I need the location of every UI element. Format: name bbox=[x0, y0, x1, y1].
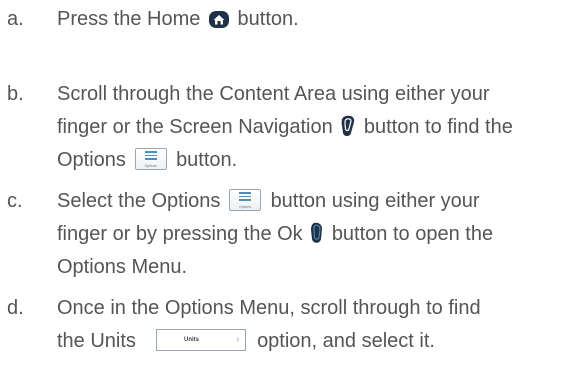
instruction-page: a. Press the Home button. b. Scroll thro… bbox=[0, 0, 587, 383]
step-text: option, and select it. bbox=[257, 330, 435, 352]
step-line: the Units Units › option, and select it. bbox=[57, 325, 587, 358]
step-text: button. bbox=[237, 8, 299, 30]
step-line: Options Menu. bbox=[57, 251, 587, 284]
step-line: Once in the Options Menu, scroll through… bbox=[57, 292, 587, 325]
options-button-icon: Options bbox=[134, 148, 167, 170]
step-line: finger or by pressing the Ok button to o… bbox=[57, 218, 587, 251]
step-line: Options Options button. bbox=[57, 144, 587, 177]
options-button-icon: Options bbox=[229, 189, 261, 211]
step-body: Scroll through the Content Area using ei… bbox=[57, 78, 587, 177]
step-text: button using either your bbox=[270, 190, 480, 212]
step-text: Options bbox=[57, 149, 126, 171]
step-letter: b. bbox=[7, 83, 24, 105]
options-bars-icon bbox=[239, 192, 251, 203]
step-text: Press the Home bbox=[57, 8, 201, 30]
step-text: button. bbox=[176, 149, 238, 171]
screen-navigation-button-icon bbox=[341, 115, 355, 136]
step-body: Select the Options Options button using … bbox=[57, 185, 587, 284]
options-bars-icon bbox=[144, 151, 157, 162]
chevron-right-icon: › bbox=[236, 334, 240, 345]
step-line: Scroll through the Content Area using ei… bbox=[57, 78, 587, 111]
units-option-icon: Units › bbox=[155, 329, 246, 351]
step-text: Scroll through the Content Area using ei… bbox=[57, 83, 490, 105]
options-button-caption: Options bbox=[238, 205, 252, 209]
step-text: finger or by pressing the Ok bbox=[57, 223, 303, 245]
options-button-caption: Options bbox=[144, 164, 157, 168]
step-text: button to open the bbox=[331, 223, 494, 245]
step-text: Select the Options bbox=[57, 190, 221, 212]
step-line: Select the Options Options button using … bbox=[57, 185, 587, 218]
step-text: the Units bbox=[57, 330, 136, 352]
ok-button-icon bbox=[311, 222, 323, 243]
step-text: Once in the Options Menu, scroll through… bbox=[57, 297, 481, 319]
units-option-caption: Units bbox=[184, 337, 199, 343]
step-text: Options Menu. bbox=[57, 256, 188, 278]
step-letter: d. bbox=[7, 297, 24, 319]
step-line: finger or the Screen Navigation button t… bbox=[57, 111, 587, 144]
step-letter: a. bbox=[7, 8, 24, 30]
step-body: Once in the Options Menu, scroll through… bbox=[57, 292, 587, 358]
step-body: Press the Home button. bbox=[57, 3, 587, 36]
step-text: finger or the Screen Navigation bbox=[57, 116, 333, 138]
step-text: button to find the bbox=[363, 116, 513, 138]
home-button-icon bbox=[208, 11, 229, 28]
step-letter: c. bbox=[7, 190, 23, 212]
step-line: Press the Home button. bbox=[57, 3, 587, 36]
